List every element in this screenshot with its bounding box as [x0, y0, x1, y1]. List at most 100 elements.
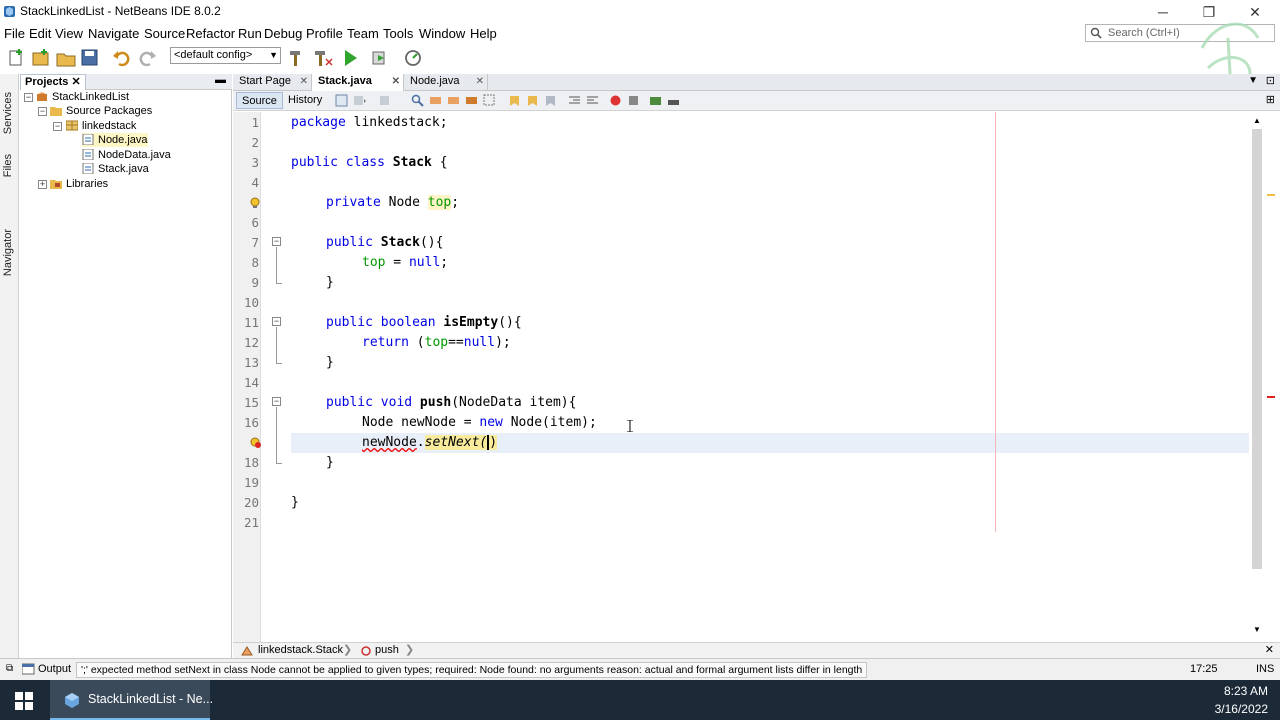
fold-toggle[interactable]: − [272, 317, 281, 326]
run-tests-icon[interactable] [649, 94, 662, 107]
config-dropdown[interactable]: <default config> ▼ [170, 47, 281, 64]
menu-window[interactable]: Window [419, 26, 465, 41]
menu-run[interactable]: Run [238, 26, 262, 41]
menu-edit[interactable]: Edit [29, 26, 51, 41]
tree-file-node[interactable]: Node.java [82, 133, 148, 147]
tab-list-icon[interactable]: ▼ [1248, 75, 1258, 86]
tree-package[interactable]: linkedstack [66, 119, 136, 133]
package-icon [66, 120, 78, 131]
menu-debug[interactable]: Debug [264, 26, 302, 41]
tree-project[interactable]: StackLinkedList [36, 90, 129, 104]
tree-libraries[interactable]: Libraries [50, 177, 108, 191]
method-name: Stack [380, 235, 420, 250]
history-button[interactable]: History [283, 92, 327, 109]
split-editor-icon[interactable]: ⊞ [1266, 93, 1275, 106]
tree-package-label: linkedstack [82, 120, 137, 132]
close-icon[interactable]: ✕ [1265, 643, 1274, 658]
undo-icon[interactable] [111, 47, 133, 69]
fold-toggle[interactable]: − [272, 237, 281, 246]
scroll-up-icon[interactable]: ▲ [1253, 116, 1261, 125]
scroll-down-icon[interactable]: ▼ [1253, 625, 1261, 634]
collapse-toggle[interactable]: − [24, 93, 33, 102]
line-number: 8 [251, 255, 259, 270]
redo-icon[interactable] [136, 47, 158, 69]
minimize-button[interactable]: ─ [1140, 0, 1186, 24]
output-tab[interactable]: Output [38, 663, 71, 675]
run-project-icon[interactable] [340, 47, 362, 69]
files-tab[interactable]: Files [2, 154, 14, 177]
collapse-toggle[interactable]: − [38, 107, 47, 116]
debug-project-icon[interactable] [369, 47, 391, 69]
find-icon[interactable] [411, 94, 424, 107]
back-icon[interactable] [353, 94, 366, 107]
vertical-scrollbar[interactable]: ▲ ▼ [1251, 116, 1263, 634]
expand-toggle[interactable]: + [38, 180, 47, 189]
tree-file-nodedata[interactable]: NodeData.java [82, 148, 171, 162]
save-all-icon[interactable] [79, 47, 101, 69]
code-area[interactable]: package linkedstack; public class Stack … [291, 112, 1241, 642]
tab-start-page[interactable]: Start Page ✕ [233, 74, 312, 91]
line-number: 18 [243, 455, 259, 470]
new-project-icon[interactable] [30, 47, 52, 69]
keyword: null [408, 255, 441, 270]
menu-team[interactable]: Team [347, 26, 379, 41]
navigator-tab[interactable]: Navigator [2, 229, 14, 276]
error-marker[interactable] [1267, 396, 1275, 398]
stop-macro-icon[interactable] [627, 94, 640, 107]
prev-bookmark-icon[interactable] [508, 94, 521, 107]
start-macro-icon[interactable] [609, 94, 622, 107]
open-project-icon[interactable] [55, 47, 77, 69]
line-number: 7 [251, 235, 259, 250]
menu-source[interactable]: Source [144, 26, 185, 41]
diff-icon[interactable] [667, 94, 680, 107]
build-hammer-icon[interactable] [287, 47, 309, 69]
services-tab[interactable]: Services [2, 92, 14, 134]
toggle-rect-select-icon[interactable] [483, 94, 496, 107]
clean-build-icon[interactable] [312, 47, 334, 69]
close-tab-icon[interactable]: ✕ [476, 74, 484, 89]
taskbar-app-label: StackLinkedList - Ne... [88, 692, 214, 706]
fold-toggle[interactable]: − [272, 397, 281, 406]
tab-label: Start Page [239, 75, 291, 87]
menu-refactor[interactable]: Refactor [186, 26, 235, 41]
profile-project-icon[interactable] [403, 47, 425, 69]
scrollbar-thumb[interactable] [1252, 129, 1262, 569]
collapse-toggle[interactable]: − [53, 122, 62, 131]
tree-source-packages[interactable]: Source Packages [50, 104, 152, 118]
toggle-bookmark-icon[interactable] [544, 94, 557, 107]
new-file-icon[interactable] [6, 47, 28, 69]
breadcrumb-method[interactable]: push [375, 643, 399, 658]
windows-start-icon[interactable] [15, 692, 33, 710]
menu-view[interactable]: View [55, 26, 83, 41]
source-button[interactable]: Source [236, 92, 283, 109]
toggle-highlight-icon[interactable] [465, 94, 478, 107]
close-tab-icon[interactable]: ✕ [300, 74, 308, 89]
close-tab-icon[interactable]: ✕ [392, 74, 400, 89]
menu-profile[interactable]: Profile [306, 26, 343, 41]
menu-tools[interactable]: Tools [383, 26, 413, 41]
find-next-icon[interactable] [447, 94, 460, 107]
shift-left-icon[interactable] [568, 94, 581, 107]
menu-navigate[interactable]: Navigate [88, 26, 139, 41]
projects-tab[interactable]: Projects ✕ [20, 74, 86, 90]
breadcrumb-class[interactable]: linkedstack.Stack [258, 643, 343, 658]
maximize-editor-icon[interactable]: ⊡ [1266, 74, 1275, 87]
tab-stack-java[interactable]: Stack.java ✕ [312, 74, 404, 91]
shift-right-icon[interactable] [586, 94, 599, 107]
tree-file-label: Stack.java [98, 163, 149, 175]
tree-file-stack[interactable]: Stack.java [82, 162, 149, 176]
minimize-panel-icon[interactable]: ▬ [215, 74, 226, 86]
menu-help[interactable]: Help [470, 26, 497, 41]
warning-marker[interactable] [1267, 194, 1275, 196]
last-edit-icon[interactable] [335, 94, 348, 107]
forward-icon[interactable] [379, 94, 392, 107]
find-previous-icon[interactable] [429, 94, 442, 107]
taskbar-app-button[interactable]: StackLinkedList - Ne... [50, 680, 214, 720]
warning-bulb-icon[interactable] [250, 197, 261, 209]
menu-file[interactable]: File [4, 26, 25, 41]
line-number: 12 [243, 335, 259, 350]
tab-node-java[interactable]: Node.java ✕ [404, 74, 488, 91]
error-bulb-icon[interactable] [250, 437, 261, 449]
next-bookmark-icon[interactable] [526, 94, 539, 107]
close-icon[interactable]: ✕ [71, 76, 80, 88]
